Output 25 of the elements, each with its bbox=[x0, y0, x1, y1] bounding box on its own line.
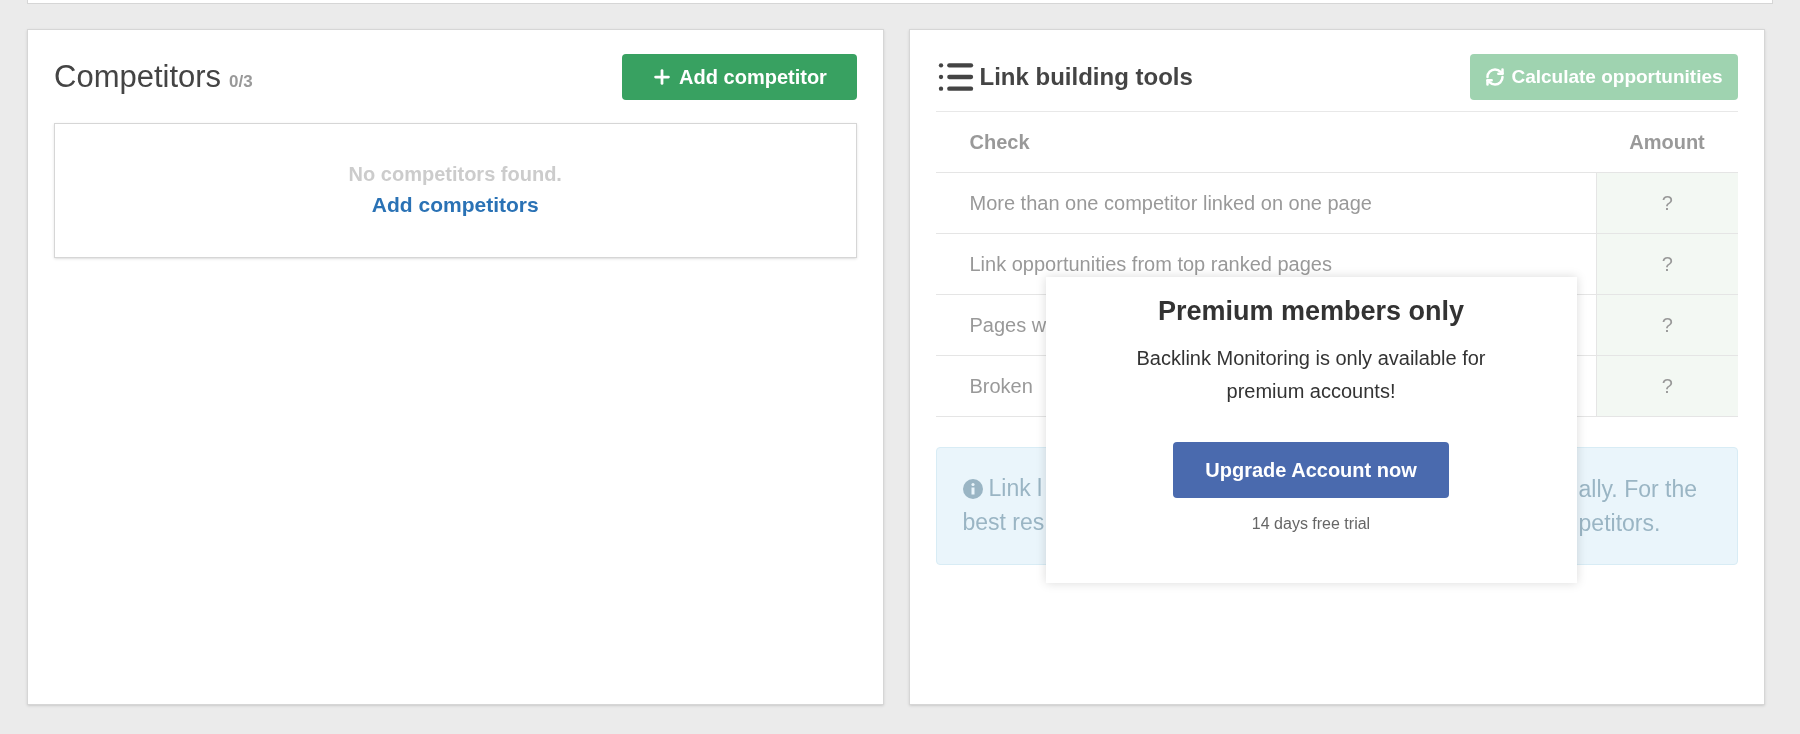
competitor-count: 0/3 bbox=[229, 71, 253, 93]
trial-note: 14 days free trial bbox=[1251, 513, 1371, 534]
check-text: Link opportunities from top ranked pages bbox=[969, 252, 1332, 275]
popup-title: Premium members only bbox=[1157, 295, 1465, 328]
panel-title: Link building tools bbox=[979, 62, 1193, 92]
panel-title: Competitors bbox=[54, 58, 222, 96]
upgrade-button[interactable]: Upgrade Account now bbox=[1173, 441, 1449, 498]
amount-text: ? bbox=[1661, 313, 1673, 336]
column-header: Check bbox=[935, 112, 1596, 172]
amount-text: ? bbox=[1661, 252, 1673, 275]
refresh-icon bbox=[1485, 67, 1506, 87]
check-text: Pages w bbox=[969, 313, 1047, 336]
amount-text: ? bbox=[1661, 191, 1673, 214]
add-competitor-button[interactable]: Add competitor bbox=[621, 54, 857, 101]
amount-text: ? bbox=[1661, 374, 1673, 397]
info-text: ally. For the bbox=[1578, 474, 1697, 504]
info-icon bbox=[962, 478, 983, 499]
info-text: Link l bbox=[988, 474, 1043, 504]
info-text: petitors. bbox=[1578, 508, 1662, 538]
add-competitors-link[interactable]: Add competitors bbox=[371, 189, 539, 221]
info-text: best res bbox=[962, 508, 1045, 538]
column-header: Amount bbox=[1596, 112, 1738, 172]
check-text: More than one competitor linked on one page bbox=[969, 191, 1372, 214]
popup-message: Backlink Monitoring is only available for premium accounts! bbox=[1135, 345, 1487, 404]
check-text: Broken bbox=[969, 374, 1033, 397]
